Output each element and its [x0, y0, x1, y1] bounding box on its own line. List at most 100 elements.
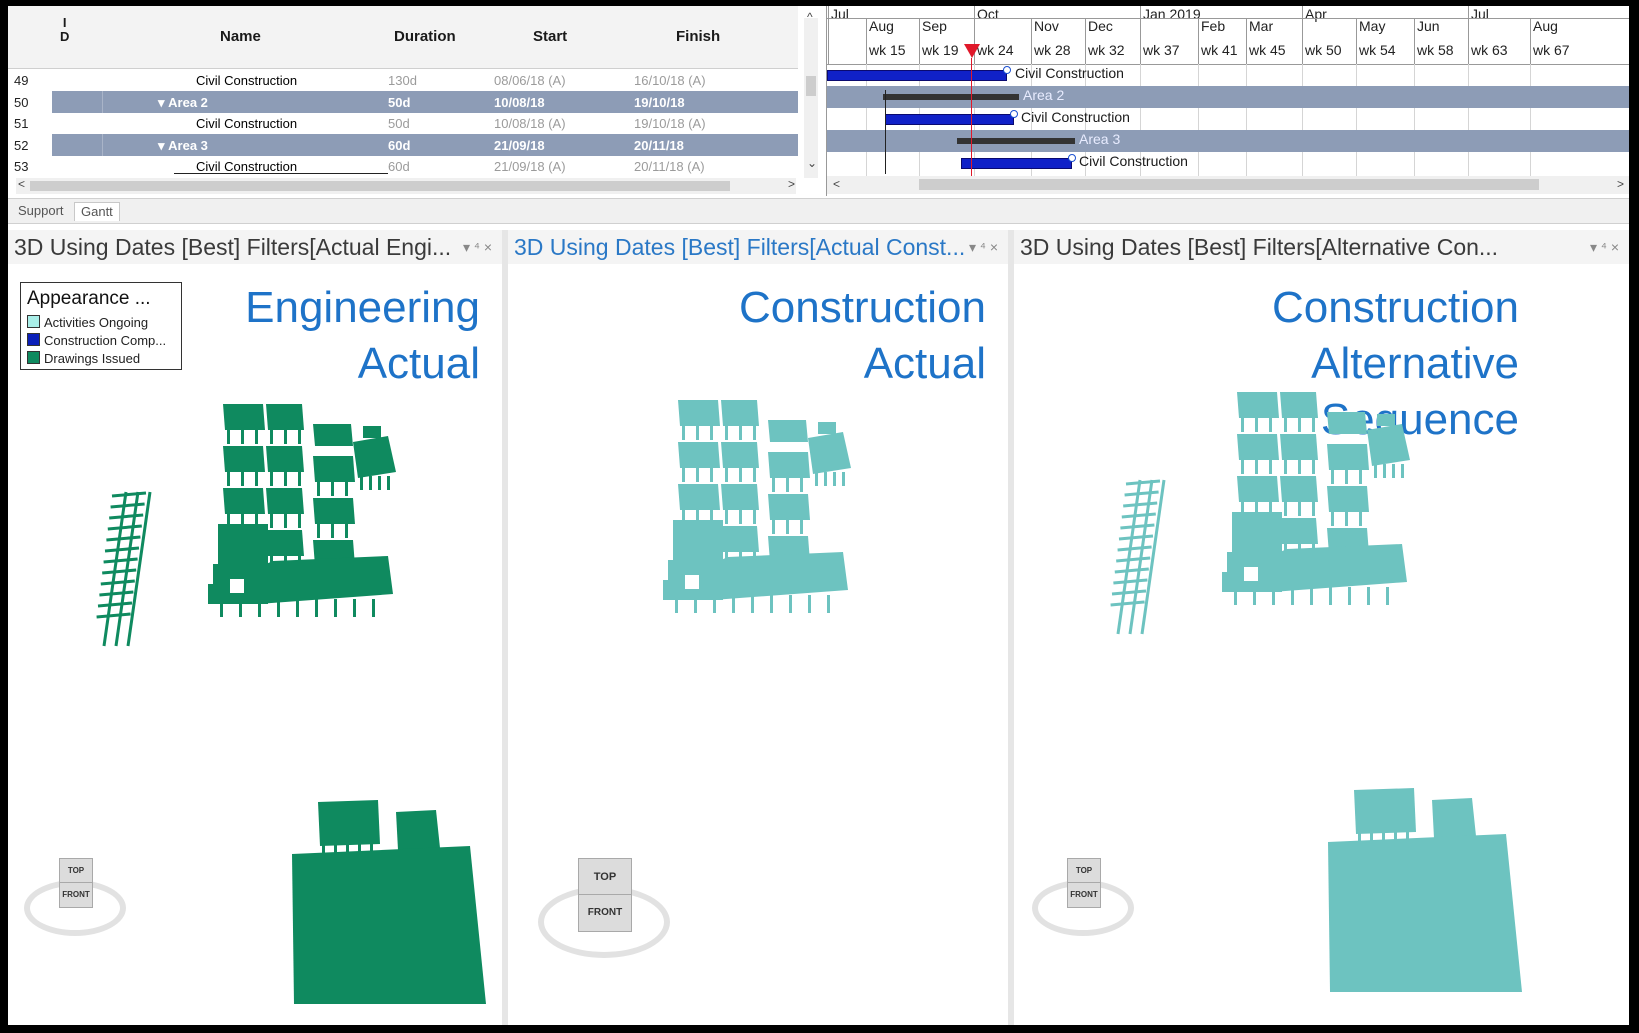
- grid-header: ID Name Duration Start Finish: [8, 6, 798, 69]
- status-date-marker-icon[interactable]: [964, 44, 980, 58]
- timescale-month: Sep: [922, 18, 947, 34]
- timescale-week: wk 67: [1533, 42, 1570, 58]
- task-grid: ID Name Duration Start Finish 49 Civil Co…: [8, 6, 818, 194]
- table-row[interactable]: 50 ▾ Area 2 50d 10/08/18 19/10/18: [8, 90, 798, 113]
- pane-title[interactable]: 3D Using Dates [Best] Filters[Actual Eng…: [8, 230, 502, 264]
- row-name: ▾ Area 2: [158, 94, 208, 110]
- gantt-task-bar[interactable]: [827, 70, 1007, 81]
- timescale-week: wk 32: [1088, 42, 1125, 58]
- timescale-week: wk 41: [1201, 42, 1238, 58]
- row-duration: 60d: [388, 159, 410, 174]
- timescale-month: Jan 2019: [1143, 6, 1201, 22]
- tab-support[interactable]: Support: [12, 202, 70, 220]
- view-cube-front[interactable]: FRONT: [578, 894, 632, 932]
- row-finish: 19/10/18: [634, 94, 685, 110]
- scroll-down-icon[interactable]: ⌄: [807, 156, 817, 170]
- timescale-month: Oct: [977, 6, 999, 22]
- view-cube-front[interactable]: FRONT: [1067, 882, 1101, 908]
- timescale-month: Mar: [1249, 18, 1274, 34]
- scroll-left-icon[interactable]: <: [18, 177, 25, 191]
- timescale-week: wk 58: [1417, 42, 1454, 58]
- view-cube-top[interactable]: TOP: [59, 858, 93, 884]
- timescale-week: wk 19: [922, 42, 959, 58]
- header-start[interactable]: Start: [533, 28, 567, 45]
- timescale-week: wk 24: [977, 42, 1014, 58]
- timescale-week: wk 15: [869, 42, 906, 58]
- row-id: 52: [14, 137, 29, 153]
- timescale-month: Aug: [1533, 18, 1558, 34]
- timescale-week: wk 37: [1143, 42, 1180, 58]
- timescale-month: Jul: [831, 6, 849, 22]
- gantt-task-bar[interactable]: [885, 114, 1014, 125]
- table-row[interactable]: 52 ▾ Area 3 60d 21/09/18 20/11/18: [8, 133, 798, 156]
- timescale-month: May: [1359, 18, 1386, 34]
- table-row[interactable]: 51 Civil Construction 50d 10/08/18 (A) 19/10…: [8, 112, 798, 134]
- gantt-row[interactable]: Civil Construction: [827, 152, 1629, 174]
- gantt-bar-label: Area 3: [1079, 131, 1121, 147]
- gantt-bar-label: Civil Construction: [1079, 153, 1188, 169]
- view-tabs: Support Gantt: [8, 198, 1629, 224]
- viewport-engineering-actual[interactable]: 3D Using Dates [Best] Filters[Actual Eng…: [8, 230, 508, 1025]
- gantt-row[interactable]: Civil Construction: [827, 64, 1629, 86]
- viewport-construction-alternative[interactable]: 3D Using Dates [Best] Filters[Alternativ…: [1014, 230, 1629, 1025]
- gantt-summary-bar[interactable]: [883, 94, 1019, 100]
- table-row[interactable]: 49 Civil Construction 130d 08/06/18 (A) 16/1…: [8, 69, 798, 91]
- header-name[interactable]: Name: [220, 28, 261, 45]
- gantt-row[interactable]: Area 2: [827, 86, 1629, 108]
- timescale-month: Nov: [1034, 18, 1059, 34]
- row-start: 21/09/18: [494, 137, 545, 153]
- timescale-week: wk 63: [1471, 42, 1508, 58]
- gantt-chart[interactable]: Jul Aug Sep Oct Nov Dec Jan 2019 Feb Mar Apr May Ju…: [826, 6, 1629, 196]
- pane-title[interactable]: 3D Using Dates [Best] Filters[Actual Con…: [508, 230, 1008, 264]
- row-finish: 20/11/18 (A): [634, 159, 705, 174]
- row-start: 10/08/18: [494, 94, 545, 110]
- tab-gantt[interactable]: Gantt: [74, 202, 120, 221]
- gantt-summary-bar[interactable]: [957, 138, 1075, 144]
- view-cube-top[interactable]: TOP: [1067, 858, 1101, 884]
- status-date-line: [971, 58, 972, 180]
- timescale-month: Dec: [1088, 18, 1113, 34]
- header-finish[interactable]: Finish: [676, 28, 720, 45]
- gantt-row[interactable]: Area 3: [827, 130, 1629, 152]
- pane-controls[interactable]: ▾ ⁴ ×: [1590, 230, 1619, 264]
- grid-horizontal-scrollbar[interactable]: [16, 178, 796, 194]
- pane-title[interactable]: 3D Using Dates [Best] Filters[Alternativ…: [1014, 230, 1629, 264]
- table-row[interactable]: 53 Civil Construction 60d 21/09/18 (A) 20/11…: [8, 155, 798, 177]
- header-id[interactable]: ID: [60, 16, 69, 44]
- row-start: 08/06/18 (A): [494, 73, 566, 88]
- view-cube-front[interactable]: FRONT: [59, 882, 93, 908]
- gantt-bar-label: Area 2: [1023, 87, 1065, 103]
- scroll-up-icon[interactable]: ^: [807, 10, 813, 24]
- view-cube-top[interactable]: TOP: [578, 858, 632, 896]
- grid-vertical-scrollbar[interactable]: [804, 18, 818, 178]
- row-id: 50: [14, 94, 29, 110]
- row-start: 10/08/18 (A): [494, 116, 566, 131]
- row-name: Civil Construction: [196, 159, 298, 174]
- row-id: 53: [14, 159, 29, 174]
- gantt-timescale: Jul Aug Sep Oct Nov Dec Jan 2019 Feb Mar Apr May Ju…: [827, 6, 1629, 65]
- pane-controls[interactable]: ▾ ⁴ ×: [463, 230, 492, 264]
- row-duration: 50d: [388, 94, 411, 110]
- application-window: ID Name Duration Start Finish 49 Civil Co…: [8, 6, 1629, 1025]
- timescale-week: wk 50: [1305, 42, 1342, 58]
- gantt-bar-label: Civil Construction: [1021, 109, 1130, 125]
- gantt-horizontal-scrollbar[interactable]: < >: [827, 176, 1629, 194]
- header-duration[interactable]: Duration: [394, 28, 456, 45]
- gantt-task-bar[interactable]: [961, 158, 1072, 169]
- timescale-month: Jul: [1471, 6, 1489, 22]
- timescale-week: wk 28: [1034, 42, 1071, 58]
- timescale-week: wk 45: [1249, 42, 1286, 58]
- gantt-bar-label: Civil Construction: [1015, 65, 1124, 81]
- row-finish: 20/11/18: [634, 137, 684, 153]
- timescale-month: Apr: [1305, 6, 1327, 22]
- scroll-right-icon[interactable]: >: [788, 177, 795, 191]
- gantt-row[interactable]: Civil Construction: [827, 108, 1629, 130]
- row-id: 49: [14, 73, 29, 88]
- row-finish: 19/10/18 (A): [634, 116, 706, 131]
- timescale-month: Feb: [1201, 18, 1226, 34]
- row-name: Civil Construction: [196, 73, 298, 88]
- viewport-construction-actual[interactable]: 3D Using Dates [Best] Filters[Actual Con…: [508, 230, 1014, 1025]
- row-name: ▾ Area 3: [158, 137, 208, 153]
- pane-controls[interactable]: ▾ ⁴ ×: [969, 230, 998, 264]
- row-finish: 16/10/18 (A): [634, 73, 706, 88]
